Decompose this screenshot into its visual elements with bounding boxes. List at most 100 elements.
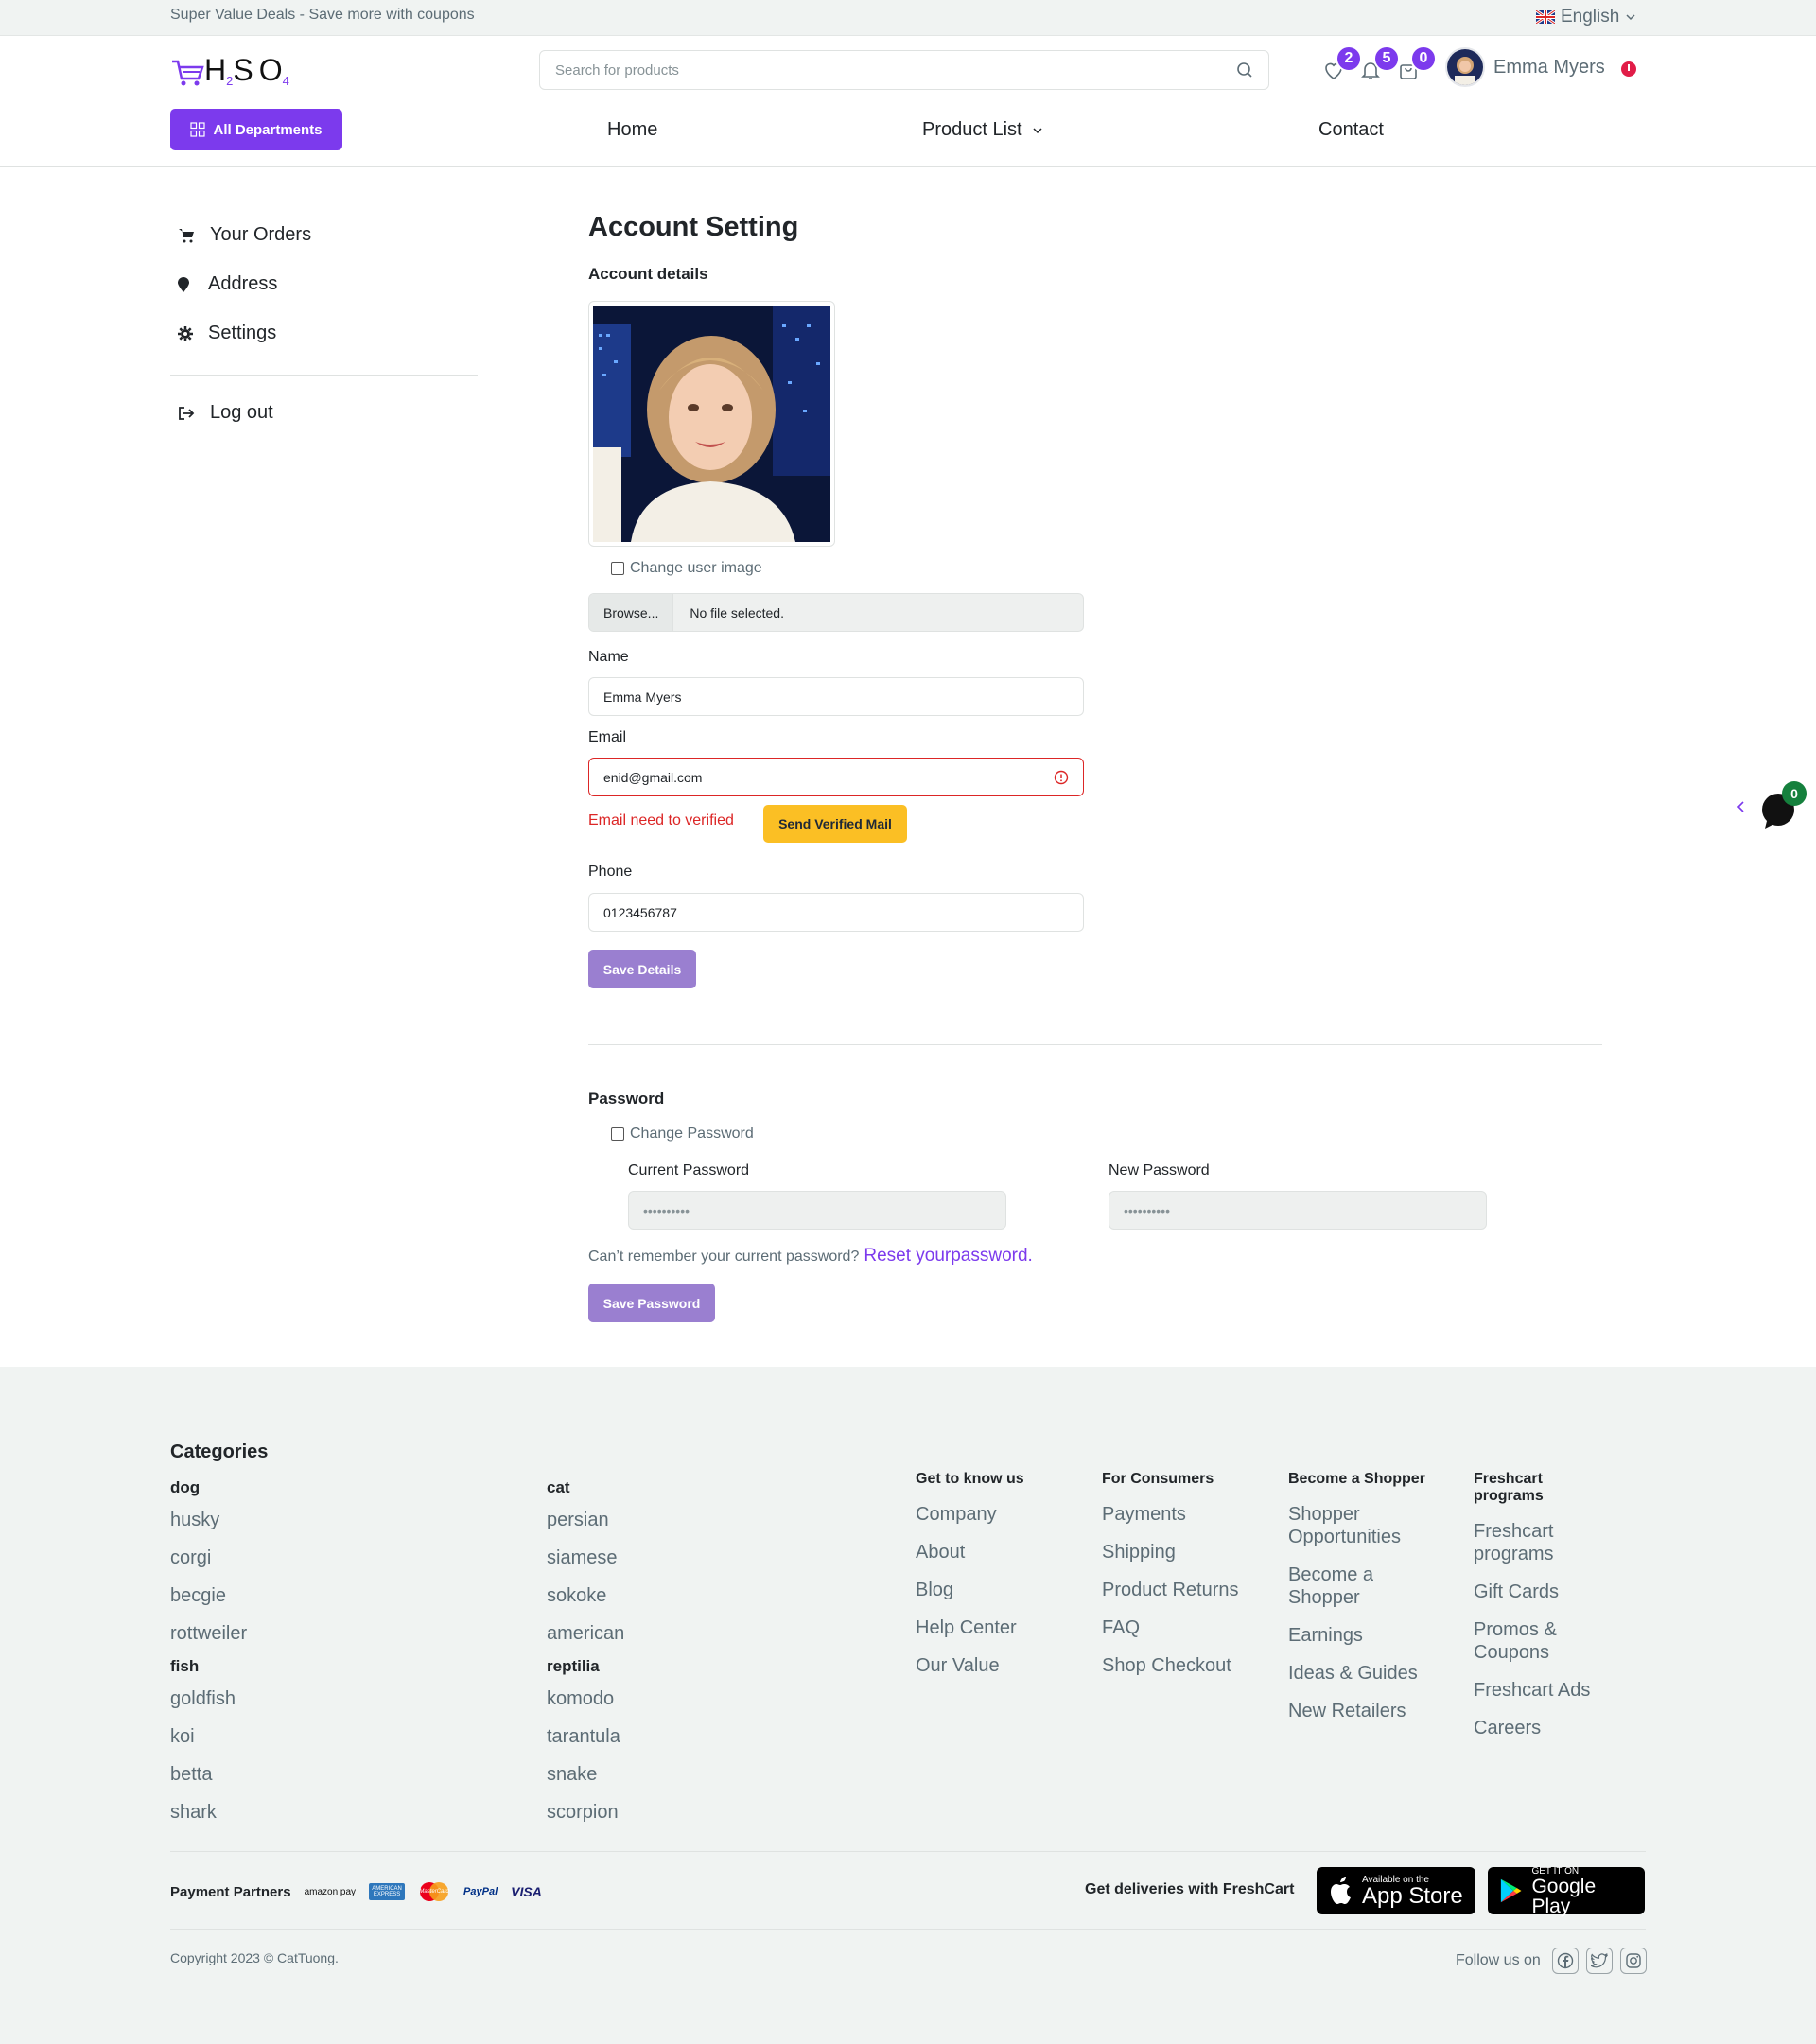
footer-link[interactable]: Payments: [1102, 1503, 1277, 1526]
send-verified-mail-button[interactable]: Send Verified Mail: [763, 805, 907, 843]
chevron-down-icon: [1033, 127, 1042, 133]
chat-button[interactable]: 0: [1759, 781, 1807, 830]
search-icon[interactable]: [1236, 61, 1253, 79]
footer-link[interactable]: Company: [916, 1503, 1086, 1526]
change-password-label: Change Password: [630, 1126, 754, 1142]
category-heading[interactable]: dog: [170, 1478, 247, 1497]
footer-link[interactable]: Gift Cards: [1474, 1581, 1615, 1603]
nav-home[interactable]: Home: [607, 119, 657, 141]
footer-link[interactable]: Our Value: [916, 1654, 1086, 1677]
change-password-checkbox[interactable]: [611, 1127, 624, 1141]
name-field[interactable]: Emma Myers: [588, 677, 1084, 716]
category-link[interactable]: american: [547, 1622, 624, 1645]
footer-link[interactable]: About: [916, 1541, 1086, 1564]
change-image-toggle[interactable]: Change user image: [611, 560, 762, 577]
cart-button[interactable]: 0: [1397, 45, 1437, 91]
browse-button[interactable]: Browse...: [589, 594, 674, 631]
category-link[interactable]: tarantula: [547, 1725, 620, 1748]
all-departments-button[interactable]: All Departments: [170, 109, 342, 150]
footer-link[interactable]: FAQ: [1102, 1616, 1277, 1639]
email-value: enid@gmail.com: [603, 769, 703, 785]
alert-icon[interactable]: [1621, 61, 1636, 77]
name-label: Name: [588, 649, 629, 665]
footer-link[interactable]: New Retailers: [1288, 1700, 1430, 1722]
follow-label: Follow us on: [1456, 1952, 1541, 1968]
category-link[interactable]: becgie: [170, 1584, 247, 1607]
category-link[interactable]: husky: [170, 1509, 247, 1531]
category-link[interactable]: betta: [170, 1763, 236, 1786]
footer-link[interactable]: Ideas & Guides: [1288, 1662, 1430, 1685]
footer-link[interactable]: Shopper Opportunities: [1288, 1503, 1430, 1548]
nav-contact[interactable]: Contact: [1318, 119, 1384, 141]
footer-link[interactable]: Shop Checkout: [1102, 1654, 1277, 1677]
twitter-icon[interactable]: [1585, 1948, 1613, 1974]
email-field[interactable]: enid@gmail.com: [588, 758, 1084, 796]
save-password-button[interactable]: Save Password: [588, 1284, 715, 1322]
category-link[interactable]: sokoke: [547, 1584, 624, 1607]
category-link[interactable]: snake: [547, 1763, 620, 1786]
user-name[interactable]: Emma Myers: [1493, 57, 1605, 79]
category-link[interactable]: persian: [547, 1509, 624, 1531]
category-link[interactable]: scorpion: [547, 1801, 620, 1824]
chevron-left-icon[interactable]: [1737, 800, 1746, 813]
category-heading[interactable]: fish: [170, 1657, 236, 1676]
payment-partners-label: Payment Partners: [170, 1883, 291, 1900]
sidebar-item-settings[interactable]: Settings: [178, 323, 276, 344]
google-play-icon: [1500, 1878, 1522, 1903]
footer-link[interactable]: Earnings: [1288, 1624, 1430, 1647]
reset-password-link[interactable]: Reset yourpassword.: [864, 1246, 1032, 1267]
search-input[interactable]: Search for products: [539, 50, 1269, 90]
category-heading[interactable]: cat: [547, 1478, 624, 1497]
facebook-icon[interactable]: [1551, 1948, 1579, 1974]
paypal-logo: PayPal: [463, 1886, 498, 1897]
category-link[interactable]: siamese: [547, 1546, 624, 1569]
sidebar-item-orders[interactable]: Your Orders: [178, 224, 311, 246]
current-password-field[interactable]: ••••••••••: [628, 1191, 1006, 1230]
sidebar-item-label: Address: [208, 273, 278, 294]
sidebar-separator: [170, 375, 478, 376]
sidebar-item-logout[interactable]: Log out: [178, 402, 273, 424]
app-store-button[interactable]: Available on the App Store: [1317, 1867, 1476, 1914]
change-image-checkbox[interactable]: [611, 562, 624, 575]
footer-divider: [170, 1929, 1646, 1930]
change-password-toggle[interactable]: Change Password: [611, 1126, 754, 1143]
logo-h: H: [204, 53, 227, 87]
save-details-button[interactable]: Save Details: [588, 950, 696, 988]
category-link[interactable]: corgi: [170, 1546, 247, 1569]
sidebar-item-address[interactable]: Address: [178, 273, 277, 295]
category-link[interactable]: goldfish: [170, 1687, 236, 1710]
app-store-big-text: App Store: [1362, 1882, 1463, 1909]
file-input[interactable]: Browse... No file selected.: [588, 593, 1084, 632]
notifications-button[interactable]: 5: [1359, 45, 1400, 91]
footer-link[interactable]: Promos & Coupons: [1474, 1618, 1615, 1664]
category-link[interactable]: rottweiler: [170, 1622, 247, 1645]
category-heading[interactable]: reptilia: [547, 1657, 620, 1676]
google-play-button[interactable]: GET IT ON Google Play: [1488, 1866, 1645, 1916]
footer-link[interactable]: Shipping: [1102, 1541, 1277, 1564]
top-bar: Super Value Deals - Save more with coupo…: [0, 0, 1816, 36]
footer-link[interactable]: Product Returns: [1102, 1579, 1277, 1601]
new-password-field[interactable]: ••••••••••: [1109, 1191, 1487, 1230]
footer-column-programs: Freshcart programs Freshcart programs Gi…: [1474, 1471, 1615, 1739]
logo[interactable]: H2SO4: [170, 53, 289, 88]
category-link[interactable]: koi: [170, 1725, 236, 1748]
footer-link[interactable]: Freshcart programs: [1474, 1520, 1615, 1565]
footer-divider: [170, 1851, 1646, 1852]
mastercard-logo: MasterCard: [418, 1881, 450, 1902]
category-link[interactable]: shark: [170, 1801, 236, 1824]
footer-link[interactable]: Careers: [1474, 1717, 1615, 1739]
categories-title: Categories: [170, 1441, 269, 1462]
footer-link[interactable]: Freshcart Ads: [1474, 1679, 1615, 1702]
wishlist-button[interactable]: 2: [1320, 45, 1362, 91]
footer-column-shopper: Become a Shopper Shopper Opportunities B…: [1288, 1471, 1430, 1722]
instagram-icon[interactable]: [1619, 1948, 1647, 1974]
footer-link[interactable]: Blog: [916, 1579, 1086, 1601]
footer-link[interactable]: Help Center: [916, 1616, 1086, 1639]
language-selector[interactable]: English: [1536, 7, 1636, 27]
phone-field[interactable]: 0123456787: [588, 893, 1084, 932]
category-link[interactable]: komodo: [547, 1687, 620, 1710]
footer-link[interactable]: Become a Shopper: [1288, 1564, 1430, 1609]
amex-logo: AMERICAN EXPRESS: [369, 1883, 406, 1900]
user-avatar[interactable]: [1445, 47, 1485, 87]
nav-product-list[interactable]: Product List: [922, 119, 1043, 141]
